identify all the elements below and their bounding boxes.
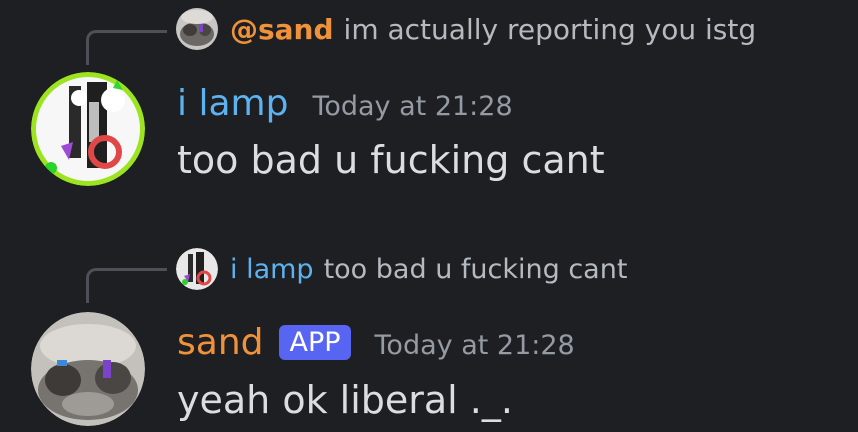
reply-preview[interactable]: @sand im actually reporting you istg <box>176 8 756 50</box>
reply-preview[interactable]: i lamp too bad u fucking cant <box>176 248 627 290</box>
sand-avatar-mini[interactable] <box>176 8 218 50</box>
reply-connector <box>86 268 167 303</box>
lamp-avatar[interactable] <box>31 72 145 186</box>
timestamp: Today at 21:28 <box>374 330 575 361</box>
author-name[interactable]: sand <box>177 322 263 363</box>
timestamp: Today at 21:28 <box>312 91 513 122</box>
message-header: sand APP Today at 21:28 <box>177 322 575 363</box>
message-content: yeah ok liberal ._. <box>177 378 513 422</box>
sand-avatar[interactable] <box>31 312 145 426</box>
lamp-avatar-mini[interactable] <box>176 248 218 290</box>
app-badge: APP <box>279 325 351 360</box>
reply-text[interactable]: too bad u fucking cant <box>324 254 628 285</box>
reply-connector <box>86 30 167 65</box>
reply-text[interactable]: im actually reporting you istg <box>344 13 757 46</box>
message-content: too bad u fucking cant <box>177 138 605 182</box>
message-header: i lamp Today at 21:28 <box>177 83 513 124</box>
author-name[interactable]: i lamp <box>177 83 288 124</box>
reply-author[interactable]: @sand <box>230 13 334 46</box>
reply-author[interactable]: i lamp <box>230 254 314 285</box>
